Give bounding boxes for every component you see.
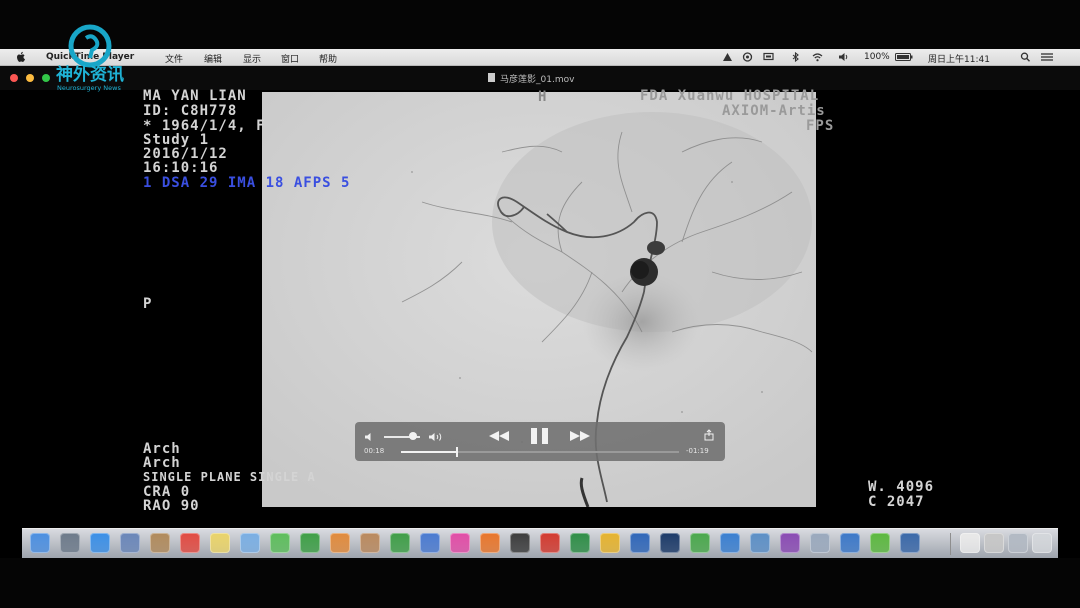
overlay-time: 16:10:16 bbox=[143, 160, 219, 176]
time-elapsed: 00:18 bbox=[364, 447, 385, 455]
logo-cn-text: 神外资讯 bbox=[56, 64, 124, 85]
trash-icon[interactable] bbox=[1032, 533, 1052, 553]
contacts-icon[interactable] bbox=[360, 533, 380, 553]
logo-en-text: Neurosurgery News bbox=[57, 84, 121, 92]
overlay-plane: SINGLE PLANE SINGLE A bbox=[143, 470, 316, 484]
close-window-button[interactable] bbox=[10, 74, 18, 82]
spotlight-search-icon[interactable] bbox=[1020, 52, 1031, 62]
scrubber-track[interactable] bbox=[401, 447, 679, 457]
downloads-icon[interactable] bbox=[984, 533, 1004, 553]
photoshop-icon[interactable] bbox=[660, 533, 680, 553]
scrubber-progress bbox=[401, 451, 457, 453]
menu-edit[interactable]: 编辑 bbox=[204, 52, 222, 65]
menu-bar: QuickTime Player 文件 编辑 显示 窗口 帮助 100% 周日上… bbox=[0, 49, 1080, 66]
safari-icon[interactable] bbox=[90, 533, 110, 553]
scrubber-playhead[interactable] bbox=[455, 447, 458, 457]
numbers-icon[interactable] bbox=[390, 533, 410, 553]
time-remaining: -01:19 bbox=[686, 447, 709, 455]
window-titlebar[interactable]: 马彦莲影_01.mov bbox=[0, 66, 1080, 90]
app-icon-2[interactable] bbox=[780, 533, 800, 553]
menu-clock[interactable]: 周日上午11:41 bbox=[928, 52, 990, 65]
fast-forward-icon[interactable] bbox=[569, 430, 591, 442]
bottom-letterbox bbox=[0, 558, 1080, 608]
overlay-study: Study 1 bbox=[143, 132, 210, 148]
app-icon-5[interactable] bbox=[870, 533, 890, 553]
overlay-arch-1: Arch bbox=[143, 441, 181, 457]
calendar-icon[interactable] bbox=[180, 533, 200, 553]
documents-icon[interactable] bbox=[960, 533, 980, 553]
overlay-hospital: FDA Xuanwu HOSPITAL bbox=[640, 88, 820, 104]
overlay-rao: RAO 90 bbox=[143, 498, 200, 514]
itunes-icon[interactable] bbox=[450, 533, 470, 553]
stickies-icon[interactable] bbox=[210, 533, 230, 553]
app-icon-3[interactable] bbox=[810, 533, 830, 553]
chrome-icon[interactable] bbox=[600, 533, 620, 553]
menu-help[interactable]: 帮助 bbox=[319, 52, 337, 65]
overlay-system: AXIOM-Artis bbox=[722, 103, 826, 119]
playback-controls: 00:18 -01:19 bbox=[355, 422, 725, 461]
app-icon-6[interactable] bbox=[900, 533, 920, 553]
quicktime-icon[interactable] bbox=[510, 533, 530, 553]
overlay-sequence: 1 DSA 29 IMA 18 AFPS 5 bbox=[143, 175, 351, 191]
upload-icon[interactable] bbox=[722, 52, 733, 62]
menu-window[interactable]: 窗口 bbox=[281, 52, 299, 65]
volume-icon[interactable] bbox=[838, 52, 849, 62]
target-icon[interactable] bbox=[742, 52, 753, 62]
messages-icon[interactable] bbox=[270, 533, 290, 553]
folder-icon[interactable] bbox=[1008, 533, 1028, 553]
volume-knob[interactable] bbox=[408, 432, 417, 440]
top-letterbox bbox=[0, 0, 1080, 49]
keynote-icon[interactable] bbox=[420, 533, 440, 553]
share-icon[interactable] bbox=[703, 429, 715, 441]
overlay-side-marker: P bbox=[143, 296, 153, 312]
bluetooth-icon[interactable] bbox=[790, 52, 801, 62]
dock bbox=[22, 528, 1058, 558]
overlay-date: 2016/1/12 bbox=[143, 146, 228, 162]
app-icon-4[interactable] bbox=[840, 533, 860, 553]
menu-file[interactable]: 文件 bbox=[165, 52, 183, 65]
facetime-icon[interactable] bbox=[300, 533, 320, 553]
overlay-cra: CRA 0 bbox=[143, 484, 191, 500]
ibooks-icon[interactable] bbox=[480, 533, 500, 553]
movie-file-icon bbox=[488, 73, 495, 82]
rewind-icon[interactable] bbox=[488, 430, 510, 442]
speaker-low-icon[interactable] bbox=[364, 432, 376, 442]
launchpad-icon[interactable] bbox=[60, 533, 80, 553]
overlay-center-mark: H bbox=[538, 89, 548, 105]
finder-icon[interactable] bbox=[30, 533, 50, 553]
wifi-icon[interactable] bbox=[812, 52, 823, 62]
overlay-arch-2: Arch bbox=[143, 455, 181, 471]
overlay-dob: * 1964/1/4, F bbox=[143, 118, 266, 134]
overlay-patient-id: ID: C8H778 bbox=[143, 103, 238, 119]
battery-percent: 100% bbox=[864, 52, 890, 62]
zoom-window-button[interactable] bbox=[42, 74, 50, 82]
word-icon[interactable] bbox=[630, 533, 650, 553]
speaker-high-icon[interactable] bbox=[428, 432, 446, 442]
overlay-window-width: W. 4096 bbox=[868, 479, 935, 495]
menu-view[interactable]: 显示 bbox=[243, 52, 261, 65]
window-title: 马彦莲影_01.mov bbox=[500, 75, 575, 85]
dock-separator bbox=[950, 533, 951, 555]
preview-icon[interactable] bbox=[120, 533, 140, 553]
pause-icon[interactable] bbox=[529, 427, 551, 445]
notes-icon[interactable] bbox=[150, 533, 170, 553]
excel-icon[interactable] bbox=[570, 533, 590, 553]
overlay-patient-name: MA YAN LIAN bbox=[143, 88, 247, 104]
qq-icon[interactable] bbox=[720, 533, 740, 553]
app-icon-1[interactable] bbox=[750, 533, 770, 553]
overlay-window-center: C 2047 bbox=[868, 494, 925, 510]
notification-center-icon[interactable] bbox=[1040, 52, 1054, 62]
neurosurgery-news-logo: 神外资讯 Neurosurgery News bbox=[56, 24, 124, 92]
airplay-icon[interactable] bbox=[763, 52, 774, 62]
overlay-fps: FPS bbox=[806, 118, 835, 134]
wps-icon[interactable] bbox=[540, 533, 560, 553]
mail-icon[interactable] bbox=[240, 533, 260, 553]
apple-menu-icon[interactable] bbox=[16, 51, 26, 63]
photos-icon[interactable] bbox=[330, 533, 350, 553]
minimize-window-button[interactable] bbox=[26, 74, 34, 82]
battery-icon[interactable] bbox=[895, 52, 913, 62]
wechat-icon[interactable] bbox=[690, 533, 710, 553]
